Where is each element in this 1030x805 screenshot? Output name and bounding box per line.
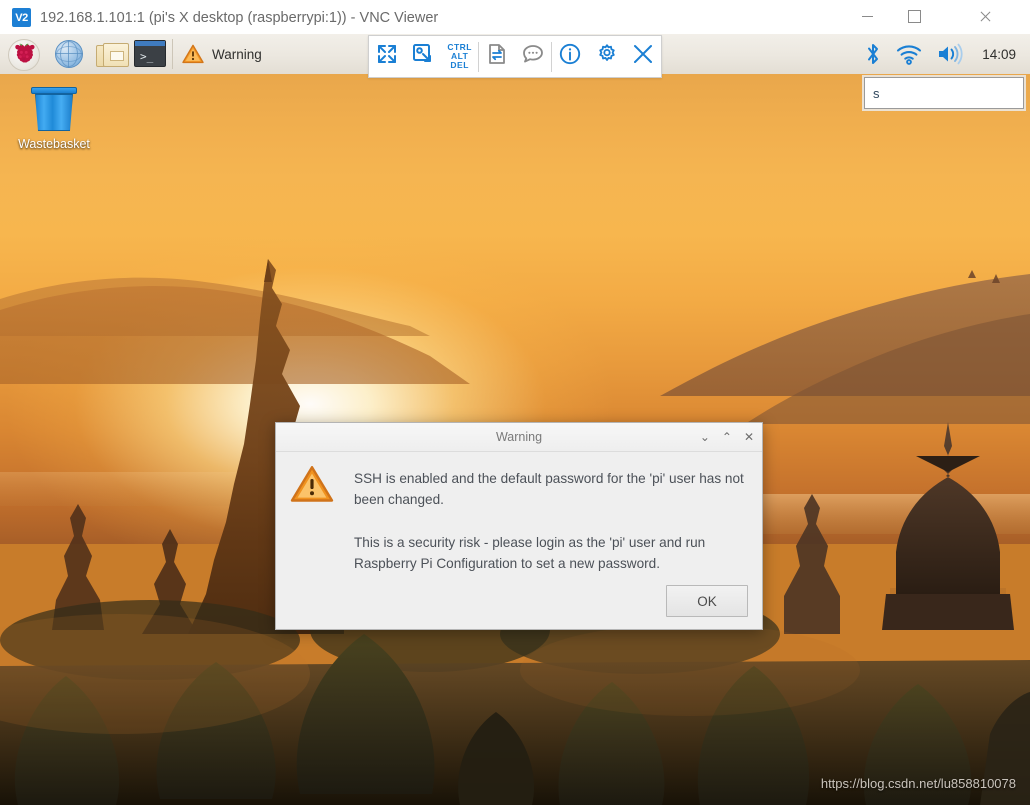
fullscreen-button[interactable] [369,36,405,77]
raspberry-menu-button[interactable] [8,39,40,71]
exit-fullscreen-icon [411,42,435,71]
taskbar-clock[interactable]: 14:09 [982,47,1016,62]
close-button[interactable] [962,0,1008,33]
window-title: 192.168.1.101:1 (pi's X desktop (raspber… [40,10,439,26]
close-x-icon [631,42,655,71]
warning-dialog: Warning ⌄ ⌃ ✕ SSH is enabled and the def… [275,422,763,630]
desktop-text-field[interactable] [864,77,1024,109]
minimize-icon [861,16,873,17]
fullscreen-icon [375,42,399,71]
dialog-paragraph-1: SSH is enabled and the default password … [354,471,744,507]
web-browser-button[interactable] [55,40,83,68]
dialog-message: SSH is enabled and the default password … [354,468,744,574]
dialog-body: SSH is enabled and the default password … [276,452,762,574]
windowed-button[interactable] [405,36,441,77]
options-button[interactable] [588,36,624,77]
window-titlebar: V2 192.168.1.101:1 (pi's X desktop (rasp… [0,0,1030,35]
dialog-title: Warning [495,430,543,444]
dialog-titlebar-buttons: ⌄ ⌃ ✕ [700,423,754,451]
file-transfer-icon [485,42,509,71]
system-tray: 14:09 [850,34,1022,74]
chat-icon [521,42,545,71]
gear-icon [595,42,619,71]
warning-icon [290,464,334,504]
volume-icon[interactable] [936,43,964,65]
taskbar-window-button-warning[interactable]: Warning [176,37,336,71]
terminal-button[interactable]: >_ [134,40,166,67]
search-input[interactable] [865,78,1023,108]
dialog-paragraph-2: This is a security risk - please login a… [354,535,706,571]
info-icon [558,42,582,71]
disconnect-button[interactable] [625,36,661,77]
vnc-viewer-window: V2 192.168.1.101:1 (pi's X desktop (rasp… [0,0,1030,805]
dialog-footer: OK [666,585,748,617]
remote-desktop[interactable]: Wastebasket Warning ⌄ ⌃ ✕ [0,74,1030,805]
taskbar-window-label: Warning [212,46,262,62]
bluetooth-icon[interactable] [864,42,882,66]
ctrl-alt-del-button[interactable]: CTRL ALT DEL [442,36,478,77]
watermark: https://blog.csdn.net/lu858810078 [820,776,1016,791]
wastebasket-icon [30,86,78,134]
minimize-button[interactable] [844,0,890,33]
connection-info-button[interactable] [552,36,588,77]
wifi-icon[interactable] [896,43,922,65]
maximize-button[interactable] [891,0,937,33]
warning-icon [182,44,204,64]
dialog-shade-button[interactable]: ⌄ [700,431,710,443]
file-manager-button[interactable] [96,42,129,67]
file-transfer-button[interactable] [479,36,515,77]
desktop-icon-label: Wastebasket [18,137,90,151]
dialog-unshade-button[interactable]: ⌃ [722,431,732,443]
taskbar-separator [172,39,173,69]
maximize-icon [907,10,921,23]
close-icon [979,10,992,23]
terminal-icon: >_ [140,50,154,63]
dialog-titlebar[interactable]: Warning ⌄ ⌃ ✕ [276,423,762,452]
vnc-floating-toolbar: CTRL ALT DEL [368,35,662,78]
vnc-app-icon: V2 [12,8,31,27]
dialog-close-button[interactable]: ✕ [744,431,754,443]
desktop-icon-wastebasket[interactable]: Wastebasket [16,86,92,160]
chat-button[interactable] [515,36,551,77]
ok-button[interactable]: OK [666,585,748,617]
ctrl-alt-del-icon: CTRL ALT DEL [447,42,472,70]
